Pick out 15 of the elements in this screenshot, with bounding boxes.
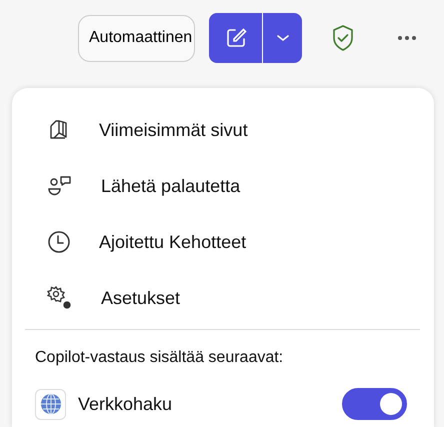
shield-check-icon[interactable] bbox=[331, 24, 355, 52]
people-chat-icon bbox=[47, 174, 73, 198]
clock-icon bbox=[47, 230, 71, 254]
menu-item[interactable]: Lähetä palautetta bbox=[35, 158, 420, 214]
more-icon[interactable] bbox=[397, 35, 417, 41]
toggle-label: Verkkohaku bbox=[78, 394, 174, 414]
section-heading: Copilot-vastaus sisältää seuraavat: bbox=[35, 349, 284, 367]
globe-icon bbox=[35, 388, 66, 420]
chevron-down-icon bbox=[276, 33, 290, 43]
mode-dropdown[interactable]: Automaattinen bbox=[78, 14, 195, 62]
web-search-toggle[interactable] bbox=[342, 388, 407, 420]
settings-icon bbox=[47, 285, 73, 311]
menu-item[interactable]: Ajoitettu Kehotteet bbox=[35, 214, 420, 270]
menu-item[interactable]: Viimeisimmät sivut bbox=[35, 102, 420, 158]
menu-item[interactable]: Asetukset bbox=[35, 270, 420, 326]
